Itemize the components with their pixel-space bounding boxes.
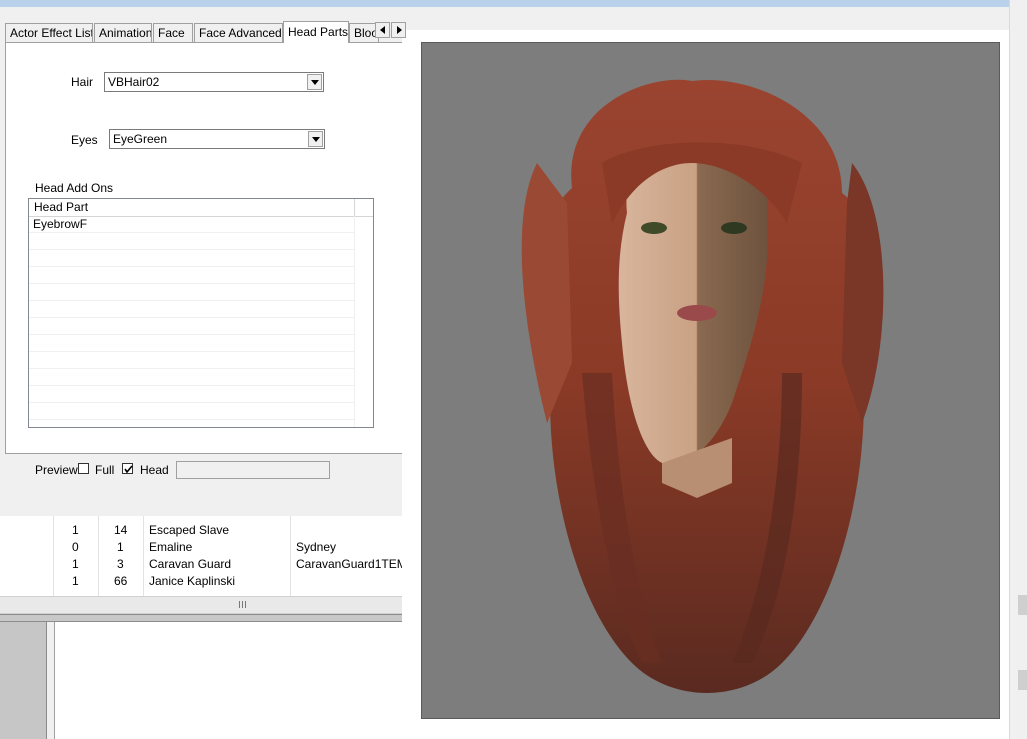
scroll-grip-icon: [239, 601, 246, 608]
tab-actor-effect-list[interactable]: Actor Effect List: [5, 23, 93, 42]
cell-count: 0: [72, 540, 79, 554]
column-divider: [354, 216, 355, 427]
list-item-empty: [29, 301, 355, 318]
splitter-bar[interactable]: [0, 614, 402, 622]
tab-head-parts[interactable]: Head Parts: [283, 21, 349, 43]
column-header-head-part[interactable]: Head Part: [29, 199, 355, 216]
cell-name: Janice Kaplinski: [149, 574, 236, 588]
list-item-empty: [29, 335, 355, 352]
list-header: Head Part: [29, 199, 373, 217]
cell-count: 1: [72, 523, 79, 537]
list-item-empty: [29, 369, 355, 386]
eyes-dropdown-button[interactable]: [308, 131, 323, 147]
preview-label: Preview: [35, 463, 78, 477]
head-parts-panel: Hair VBHair02 Eyes EyeGreen Head Add Ons…: [5, 42, 409, 454]
lower-pane: [54, 622, 403, 739]
list-item-empty: [29, 267, 355, 284]
tab-face[interactable]: Face: [153, 23, 193, 42]
cell-id: Sydney: [296, 540, 337, 554]
full-checkbox[interactable]: [78, 463, 89, 474]
hair-dropdown-button[interactable]: [307, 74, 322, 90]
npc-list[interactable]: 1 14 Escaped Slave 0 1 Emaline Sydney 1 …: [0, 516, 402, 596]
cell-level: 3: [117, 557, 124, 571]
arrow-left-icon: [380, 26, 385, 34]
arrow-right-icon: [397, 26, 402, 34]
right-edge: [1009, 0, 1027, 739]
list-item[interactable]: EyebrowF: [29, 216, 355, 233]
tab-face-advanced[interactable]: Face Advanced: [194, 23, 283, 42]
list-item-empty: [29, 233, 355, 250]
head-checkbox[interactable]: [122, 463, 133, 474]
cell-count: 1: [72, 574, 79, 588]
full-label: Full: [95, 463, 115, 477]
head-label: Head: [140, 463, 169, 477]
table-row[interactable]: 0 1 Emaline Sydney: [0, 539, 402, 556]
list-item-empty: [29, 250, 355, 267]
edge-marker: [1018, 595, 1027, 615]
hair-dropdown[interactable]: VBHair02: [104, 72, 324, 92]
list-item-empty: [29, 284, 355, 301]
chevron-down-icon: [312, 137, 320, 142]
head-preview-image: [521, 79, 884, 694]
table-row[interactable]: 1 14 Escaped Slave: [0, 522, 402, 539]
cell-id: CaravanGuard1TEMP: [296, 557, 402, 571]
table-row[interactable]: 1 66 Janice Kaplinski: [0, 573, 402, 590]
title-bar-strip: [0, 0, 1009, 7]
edge-marker: [1018, 670, 1027, 690]
list-item-empty: [29, 403, 355, 420]
tab-strip: Actor Effect List Animation Face Face Ad…: [5, 21, 406, 43]
list-item-empty: [29, 318, 355, 335]
cell-name: Emaline: [149, 540, 193, 554]
list-item-empty: [29, 386, 355, 403]
tab-animation[interactable]: Animation: [94, 23, 152, 42]
head-add-ons-list[interactable]: Head Part EyebrowF: [28, 198, 374, 428]
preview-render[interactable]: [421, 42, 1000, 719]
cell-name: Caravan Guard: [149, 557, 232, 571]
head-add-ons-label: Head Add Ons: [35, 181, 114, 195]
hair-label: Hair: [71, 75, 94, 89]
cell-name: Escaped Slave: [149, 523, 230, 537]
hair-dropdown-value: VBHair02: [108, 75, 160, 89]
cell-level: 14: [114, 523, 128, 537]
table-row[interactable]: 1 3 Caravan Guard CaravanGuard1TEMP: [0, 556, 402, 573]
eyes-label: Eyes: [71, 133, 98, 147]
horizontal-scrollbar[interactable]: [0, 596, 402, 614]
chevron-down-icon: [311, 80, 319, 85]
tab-scroll-right-button[interactable]: [391, 22, 406, 38]
list-item-empty: [29, 352, 355, 369]
column-header-blank[interactable]: [355, 199, 373, 216]
cell-level: 66: [114, 574, 128, 588]
cell-level: 1: [117, 540, 124, 554]
preview-textbox[interactable]: [176, 461, 330, 479]
tab-scroll-left-button[interactable]: [375, 22, 390, 38]
lower-left-pane: [0, 622, 47, 739]
checkmark-icon: [124, 465, 133, 474]
preview-controls: Preview Full Head: [0, 460, 410, 482]
eyes-dropdown-value: EyeGreen: [113, 132, 168, 146]
eyes-dropdown[interactable]: EyeGreen: [109, 129, 325, 149]
cell-count: 1: [72, 557, 79, 571]
